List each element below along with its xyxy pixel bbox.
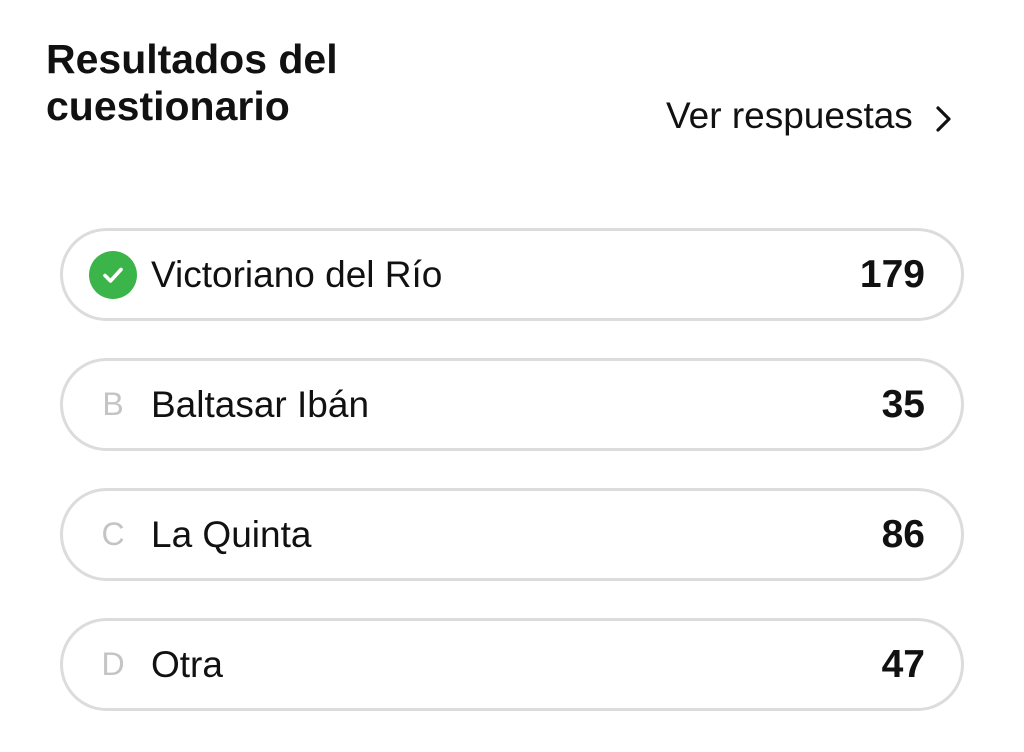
answer-letter: B: [102, 386, 124, 422]
answer-option-b[interactable]: B Baltasar Ibán 35: [60, 358, 964, 451]
answer-letter: C: [101, 516, 125, 552]
answer-letter: D: [101, 646, 125, 682]
answer-options-list: Victoriano del Río 179 B Baltasar Ibán 3…: [60, 228, 964, 748]
answer-count: 179: [859, 252, 925, 296]
answer-count: 47: [881, 642, 925, 686]
chevron-right-icon: [933, 101, 955, 132]
answer-option-d[interactable]: D Otra 47: [60, 618, 964, 711]
check-circle-icon: [89, 250, 137, 299]
answer-label: La Quinta: [151, 513, 312, 555]
answer-count: 35: [881, 382, 925, 426]
answer-option-a[interactable]: Victoriano del Río 179: [60, 228, 964, 321]
view-answers-label: Ver respuestas: [666, 95, 913, 136]
answer-label: Otra: [151, 643, 223, 685]
page-title: Resultados del cuestionario: [46, 36, 338, 129]
answer-option-c[interactable]: C La Quinta 86: [60, 488, 964, 581]
view-answers-link[interactable]: Ver respuestas: [666, 94, 955, 138]
answer-label: Baltasar Ibán: [151, 383, 370, 425]
answer-label: Victoriano del Río: [151, 253, 443, 295]
answer-count: 86: [881, 512, 925, 556]
quiz-results-card: Resultados del cuestionario Ver respuest…: [0, 0, 1024, 752]
